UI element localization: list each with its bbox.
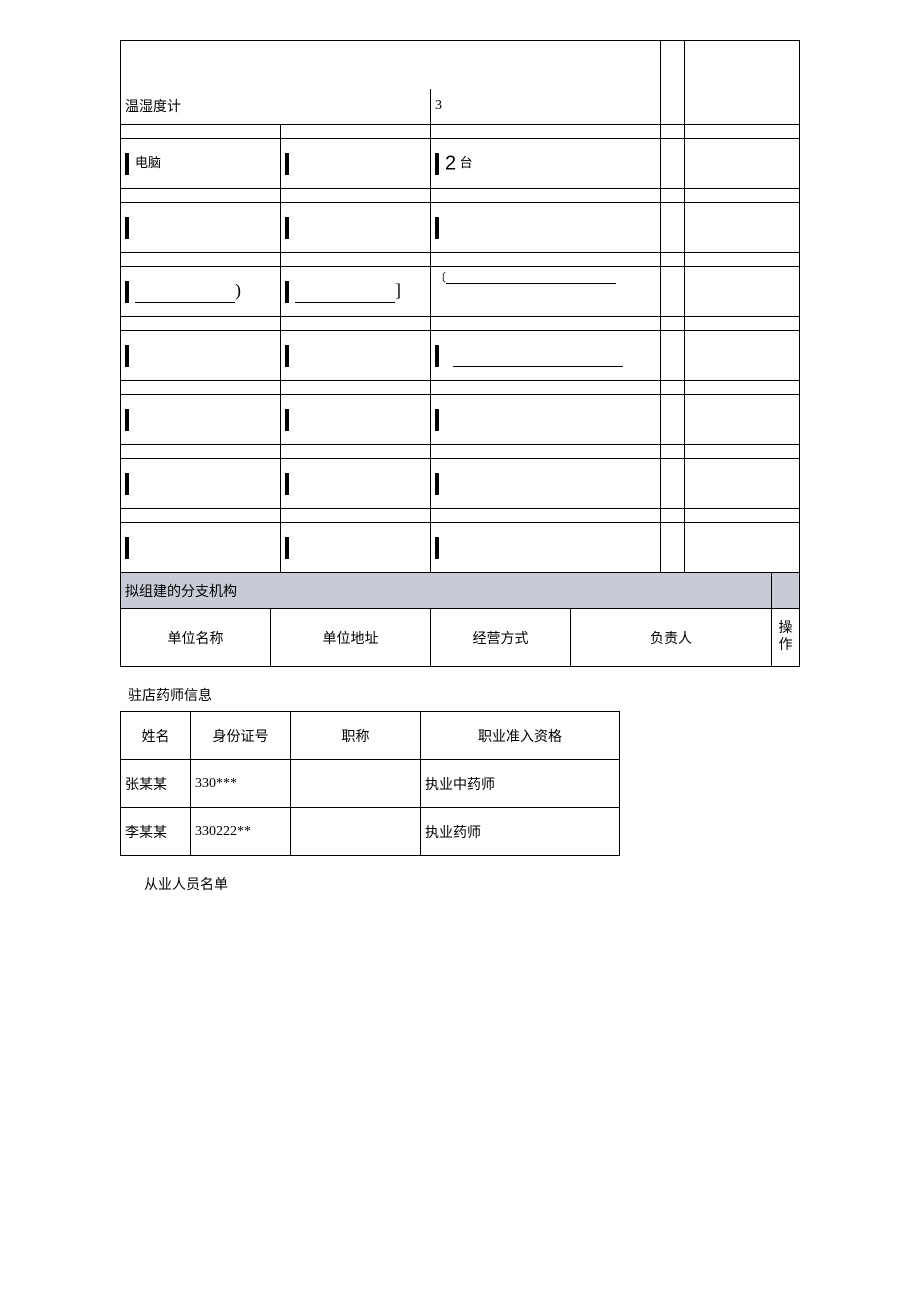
pharm-name: 李某某: [121, 808, 191, 856]
branch-col-op: 操作: [772, 609, 800, 667]
pharmacist-table: 姓名 身份证号 职称 职业准入资格 张某某 330*** 执业中药师 李某某 3…: [120, 711, 620, 856]
table-row: 李某某 330222** 执业药师: [121, 808, 620, 856]
pharm-title: [291, 760, 421, 808]
pharm-title: [291, 808, 421, 856]
branch-table: 拟组建的分支机构 单位名称 单位地址 经营方式 负责人 操作: [120, 572, 800, 667]
equipment-table: 温湿度计 3 电脑 2 台 ) ] 〔: [120, 40, 800, 573]
branch-col-name: 单位名称: [121, 609, 271, 667]
pharm-col-id: 身份证号: [191, 712, 291, 760]
equip-row-qty: 2 台: [431, 139, 661, 189]
branch-col-owner: 负责人: [571, 609, 772, 667]
branch-title: 拟组建的分支机构: [121, 573, 772, 609]
pharm-qual: 执业中药师: [421, 760, 620, 808]
pharm-col-title: 职称: [291, 712, 421, 760]
branch-col-mode: 经营方式: [431, 609, 571, 667]
table-row: 张某某 330*** 执业中药师: [121, 760, 620, 808]
pharm-name: 张某某: [121, 760, 191, 808]
equip-row-qty: 3: [431, 89, 661, 125]
pharm-id: 330***: [191, 760, 291, 808]
equip-row-name: 电脑: [121, 139, 281, 189]
staff-section-title: 从业人员名单: [144, 874, 800, 894]
pharmacist-section-title: 驻店药师信息: [128, 685, 800, 705]
pharm-qual: 执业药师: [421, 808, 620, 856]
pharm-col-qual: 职业准入资格: [421, 712, 620, 760]
branch-col-addr: 单位地址: [271, 609, 431, 667]
pharm-col-name: 姓名: [121, 712, 191, 760]
equip-row-name: 温湿度计: [121, 89, 431, 125]
equip-row-spec: [281, 139, 431, 189]
pharm-id: 330222**: [191, 808, 291, 856]
